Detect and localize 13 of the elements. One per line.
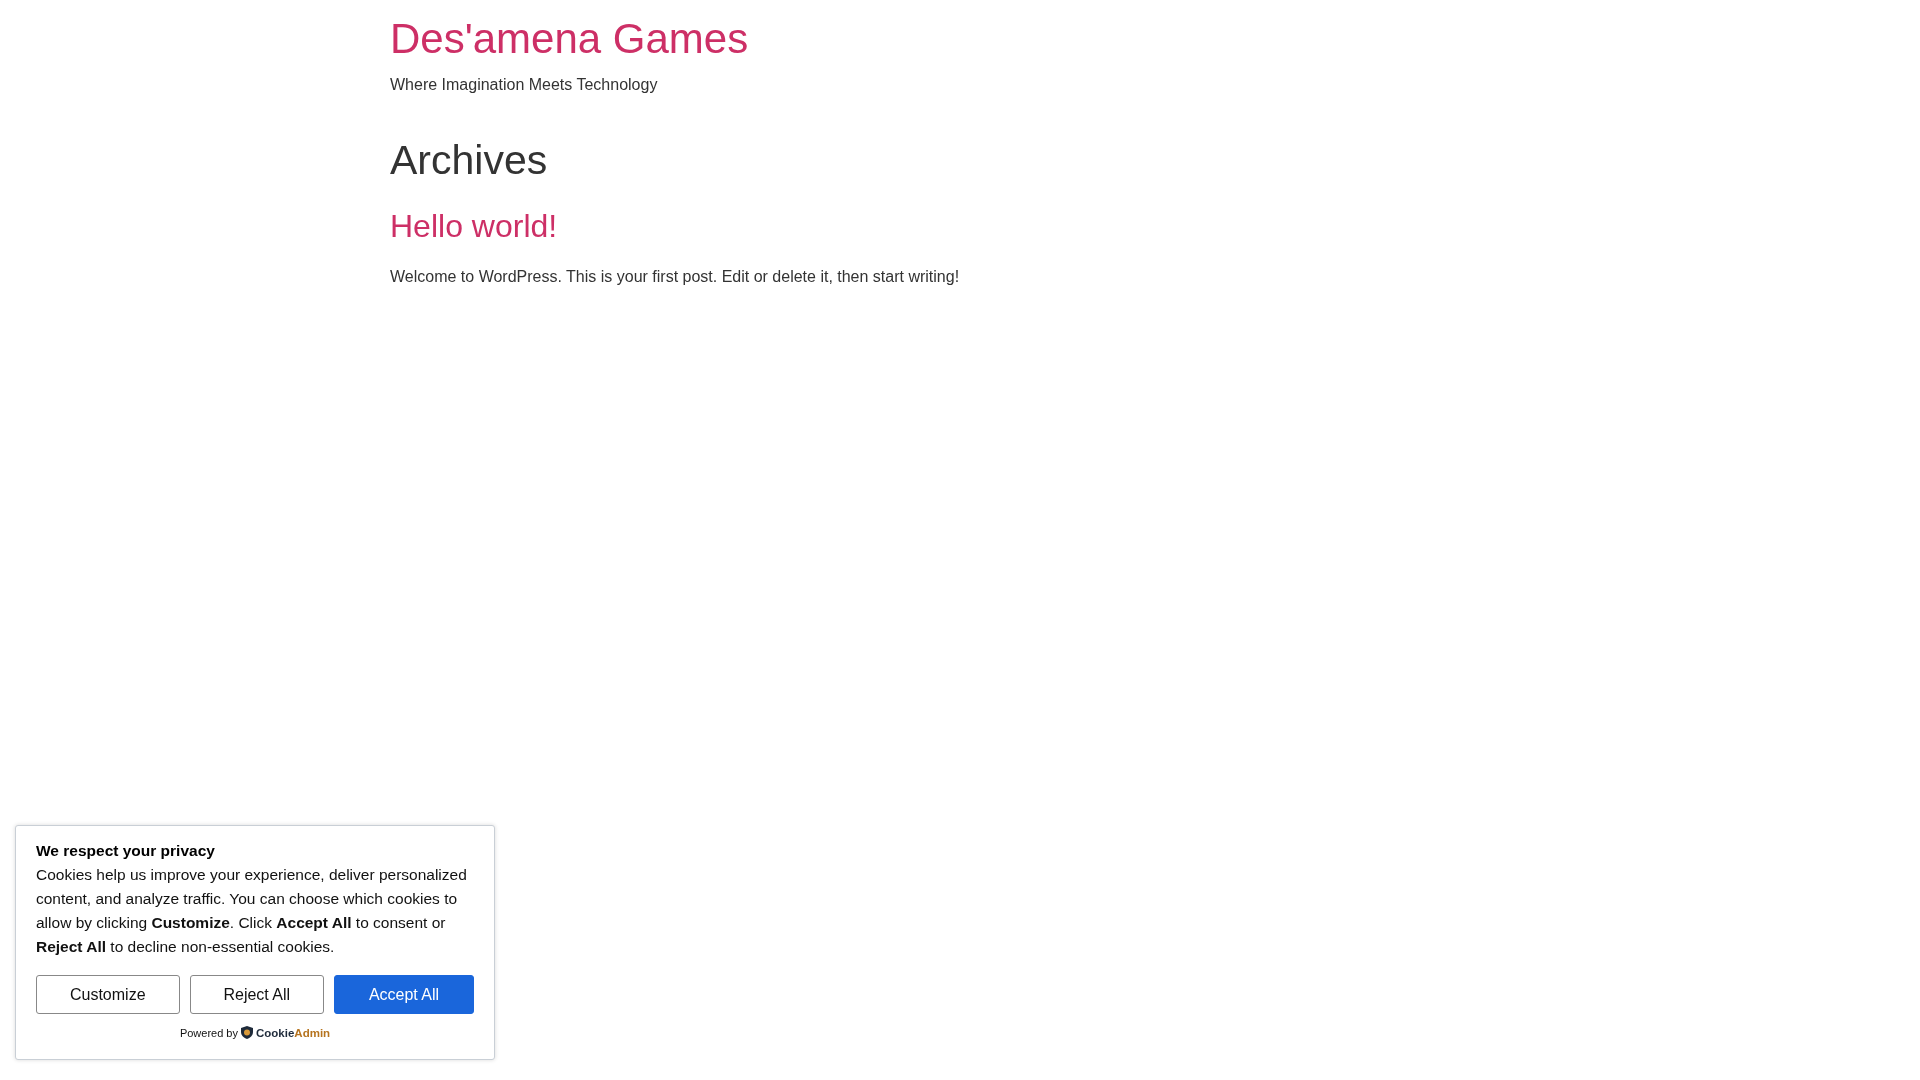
brand-logo[interactable]: CookieAdmin bbox=[256, 1026, 331, 1039]
consent-button[interactable]: Reject All bbox=[189, 975, 325, 1014]
site-tagline: Where Imagination Meets Technology bbox=[390, 76, 658, 94]
site-title[interactable]: Des'amena Games bbox=[390, 14, 749, 64]
banner-title: We respect your privacy bbox=[36, 842, 216, 860]
shield-icon bbox=[241, 1026, 253, 1039]
post-title-link[interactable]: Hello world! bbox=[390, 206, 558, 246]
page-heading: Archives bbox=[390, 136, 548, 185]
consent-button[interactable]: Customize bbox=[36, 975, 180, 1014]
powered-by-text: Powered by bbox=[179, 1026, 238, 1039]
banner-text: Cookies help us improve your experience, deliver personalized content, and analyze traffic. You can choose which cookies to allow by clicking Customize. Click Accept All to consent or Reject All to decline non-essential cookies. bbox=[36, 865, 468, 957]
accept-button[interactable]: Accept All bbox=[334, 975, 474, 1014]
post-excerpt: Welcome to WordPress. This is your first post. Edit or delete it, then start writing! bbox=[390, 268, 960, 286]
